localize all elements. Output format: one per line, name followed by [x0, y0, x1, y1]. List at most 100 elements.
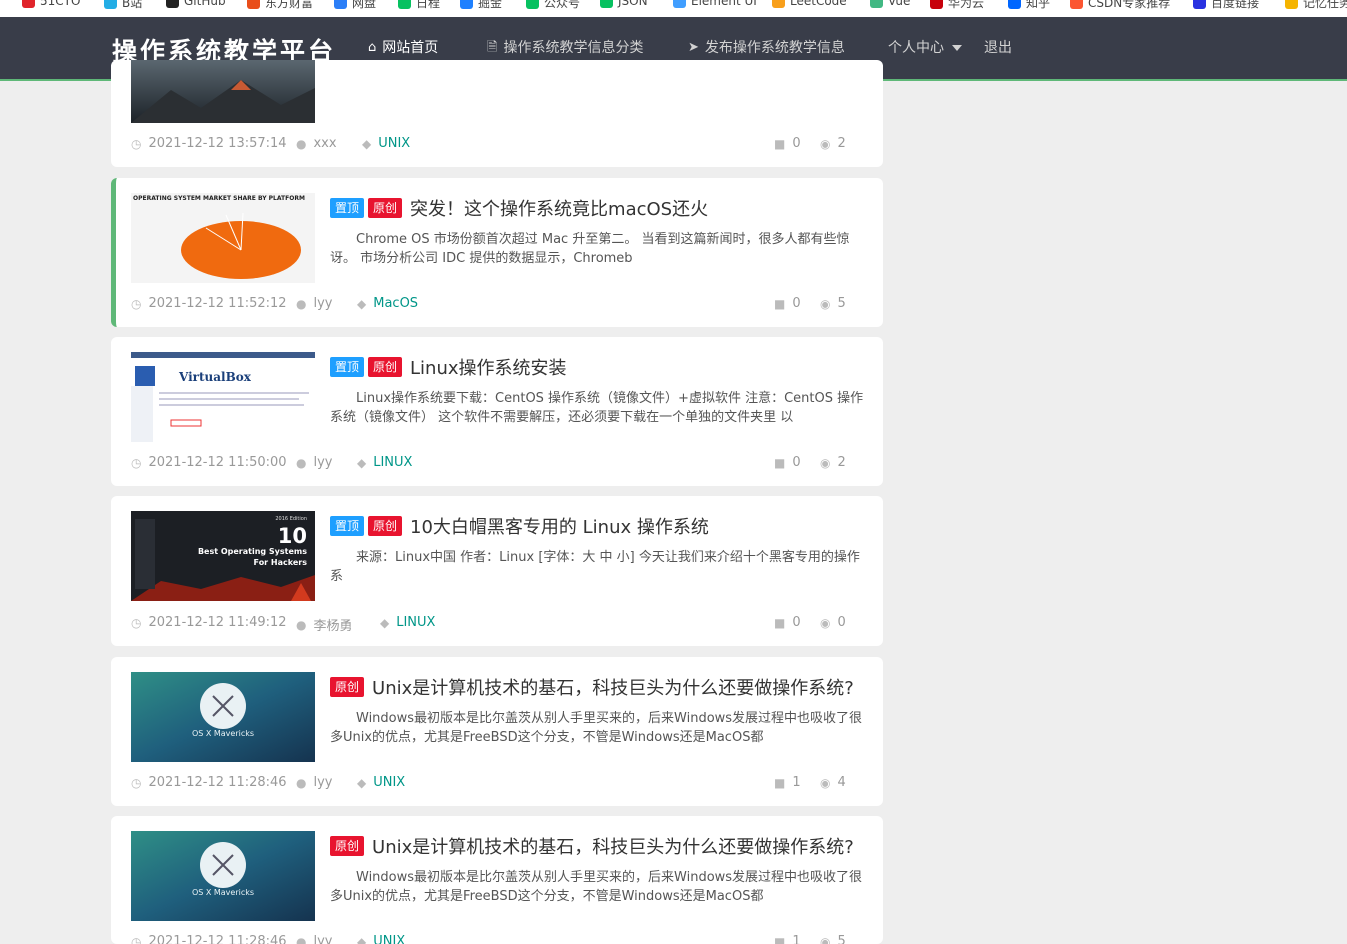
bookmark-juejin[interactable]: 掘金	[460, 0, 502, 11]
tag-icon: ◆	[380, 615, 390, 630]
bookmark-baidu-link[interactable]: 百度链接	[1193, 0, 1259, 11]
article-card[interactable]: OS X Mavericks 原创 Unix是计算机技术的基石，科技巨头为什么还…	[111, 657, 883, 806]
article-category[interactable]: ◆ UNIX	[357, 775, 405, 790]
article-views: ◉ 5	[820, 934, 846, 944]
article-date: ◷ 2021-12-12 11:49:12	[131, 615, 287, 630]
bookmark-leetcode[interactable]: LeetCode	[772, 0, 847, 8]
article-meta: ◷ 2021-12-12 11:28:46 ● lyy ◆ UNIX ■ 1 ◉ 5	[131, 934, 871, 944]
article-category[interactable]: ◆ MacOS	[357, 296, 418, 311]
bookmark-eastmoney[interactable]: 东方财富	[247, 0, 313, 11]
article-thumbnail[interactable]: VirtualBox	[131, 352, 315, 442]
thumb-caption-2: For Hackers	[254, 558, 308, 567]
article-card[interactable]: 2016 Edition 10 Best Operating Systems F…	[111, 496, 883, 646]
article-meta: ◷ 2021-12-12 13:57:14 ● xxx ◆ UNIX ■ 0 ◉ 2	[131, 136, 871, 154]
badge-original: 原创	[368, 516, 403, 536]
tag-icon: ◆	[357, 934, 367, 944]
bookmark-element-ui[interactable]: Element UI	[673, 0, 757, 8]
eye-icon: ◉	[820, 934, 831, 944]
article-comments: ■ 0	[774, 296, 801, 311]
thumb-caption: VirtualBox	[178, 370, 252, 384]
eye-icon: ◉	[820, 136, 831, 151]
article-author: ● lyy	[296, 775, 333, 790]
article-author: ● lyy	[296, 455, 333, 470]
article-title[interactable]: 10大白帽黑客专用的 Linux 操作系统	[410, 513, 709, 539]
tag-icon: ◆	[362, 136, 372, 151]
badge-pinned: 置顶	[330, 198, 365, 218]
article-meta: ◷ 2021-12-12 11:52:12 ● lyy ◆ MacOS ■ 0 ◉ 5	[131, 296, 871, 314]
article-card[interactable]: ◷ 2021-12-12 13:57:14 ● xxx ◆ UNIX ■ 0 ◉ 2	[111, 60, 883, 167]
article-title-row: 置顶 原创 10大白帽黑客专用的 Linux 操作系统	[330, 513, 709, 539]
badge-original: 原创	[368, 198, 403, 218]
tag-icon: ◆	[357, 296, 367, 311]
comment-icon: ■	[774, 296, 786, 311]
clock-icon: ◷	[131, 296, 142, 311]
bookmark-bilibili[interactable]: B站	[104, 0, 142, 11]
article-category[interactable]: ◆ LINUX	[380, 615, 435, 630]
article-title[interactable]: Unix是计算机技术的基石，科技巨头为什么还要做操作系统?	[372, 674, 854, 700]
badge-pinned: 置顶	[330, 516, 365, 536]
article-title-row: 原创 Unix是计算机技术的基石，科技巨头为什么还要做操作系统?	[330, 833, 854, 859]
bookmark-wechat-mp[interactable]: 公众号	[526, 0, 580, 11]
bookmark-51cto[interactable]: 51CTO	[22, 0, 80, 8]
bookmark-netdisk[interactable]: 网盘	[334, 0, 376, 11]
article-title[interactable]: Unix是计算机技术的基石，科技巨头为什么还要做操作系统?	[372, 833, 854, 859]
article-comments: ■ 1	[774, 934, 801, 944]
article-thumbnail[interactable]: OS X Mavericks	[131, 672, 315, 762]
article-card[interactable]: OPERATING SYSTEM MARKET SHARE BY PLATFOR…	[111, 178, 883, 327]
article-summary: Windows最初版本是比尔盖茨从别人手里买来的，后来Windows发展过程中也…	[330, 870, 863, 904]
article-comments: ■ 0	[774, 615, 801, 630]
eye-icon: ◉	[820, 615, 831, 630]
nav-profile[interactable]: 个人中心	[888, 17, 962, 79]
article-views: ◉ 2	[820, 136, 846, 151]
article-thumbnail[interactable]: 2016 Edition 10 Best Operating Systems F…	[131, 511, 315, 601]
comment-icon: ■	[774, 615, 786, 630]
article-views: ◉ 2	[820, 455, 846, 470]
eye-icon: ◉	[820, 775, 831, 790]
bookmark-csdn[interactable]: CSDN专家推荐	[1070, 0, 1170, 11]
badge-original: 原创	[368, 357, 403, 377]
article-summary: 来源：Linux中国 作者：Linux [字体：大 中 小] 今天让我们来介绍十…	[330, 550, 860, 584]
bookmark-schedule[interactable]: 日程	[398, 0, 440, 11]
comment-icon: ■	[774, 455, 786, 470]
thumb-caption: OPERATING SYSTEM MARKET SHARE BY PLATFOR…	[133, 195, 305, 202]
article-date: ◷ 2021-12-12 11:28:46	[131, 934, 287, 944]
thumb-edition: 2016 Edition	[275, 516, 307, 522]
badge-pinned: 置顶	[330, 357, 365, 377]
article-meta: ◷ 2021-12-12 11:50:00 ● lyy ◆ LINUX ■ 0 ◉ 2	[131, 455, 871, 473]
bookmark-huaweicloud[interactable]: 华为云	[930, 0, 984, 11]
user-icon: ●	[296, 775, 307, 790]
user-icon: ●	[296, 136, 307, 151]
thumb-number: 10	[278, 524, 307, 548]
article-thumbnail[interactable]	[131, 60, 315, 123]
bookmark-zhihu[interactable]: 知乎	[1008, 0, 1050, 11]
article-card[interactable]: OS X Mavericks 原创 Unix是计算机技术的基石，科技巨头为什么还…	[111, 816, 883, 944]
bookmark-github[interactable]: GitHub	[166, 0, 226, 8]
article-summary: Chrome OS 市场份额首次超过 Mac 升至第二。 当看到这篇新闻时，很多…	[330, 232, 850, 266]
user-icon: ●	[296, 455, 307, 470]
comment-icon: ■	[774, 136, 786, 151]
article-comments: ■ 0	[774, 136, 801, 151]
article-card[interactable]: VirtualBox 置顶 原创 Linux操作系统安装 Linux操作系统要下…	[111, 337, 883, 486]
article-title-row: 置顶 原创 突发！这个操作系统竟比macOS还火	[330, 195, 708, 221]
article-category[interactable]: ◆ UNIX	[362, 136, 410, 151]
article-title[interactable]: Linux操作系统安装	[410, 354, 567, 380]
article-summary: Linux操作系统要下载：CentOS 操作系统（镜像文件）+虚拟软件 注意：C…	[330, 391, 864, 425]
thumb-caption: Best Operating Systems	[198, 547, 307, 556]
article-category[interactable]: ◆ LINUX	[357, 455, 412, 470]
article-date: ◷ 2021-12-12 11:50:00	[131, 455, 287, 470]
bookmark-memory-task[interactable]: 记忆任务	[1285, 0, 1347, 11]
clock-icon: ◷	[131, 455, 142, 470]
nav-logout[interactable]: 退出	[984, 17, 1012, 79]
nav-logout-label: 退出	[984, 40, 1012, 56]
article-meta: ◷ 2021-12-12 11:49:12 ● 李杨勇 ◆ LINUX ■ 0 ◉ 0	[131, 615, 871, 634]
bookmark-vue[interactable]: Vue	[870, 0, 910, 8]
eye-icon: ◉	[820, 455, 831, 470]
article-title[interactable]: 突发！这个操作系统竟比macOS还火	[410, 195, 708, 221]
thumb-caption: OS X Mavericks	[192, 888, 254, 897]
clock-icon: ◷	[131, 934, 142, 944]
bookmark-json[interactable]: JSON	[600, 0, 648, 8]
article-thumbnail[interactable]: OS X Mavericks	[131, 831, 315, 921]
article-thumbnail[interactable]: OPERATING SYSTEM MARKET SHARE BY PLATFOR…	[131, 193, 315, 283]
bookmarks-bar: 51CTO B站 GitHub 东方财富 网盘 日程 掘金 公众号 JSON E…	[0, 0, 1347, 17]
article-category[interactable]: ◆ UNIX	[357, 934, 405, 944]
